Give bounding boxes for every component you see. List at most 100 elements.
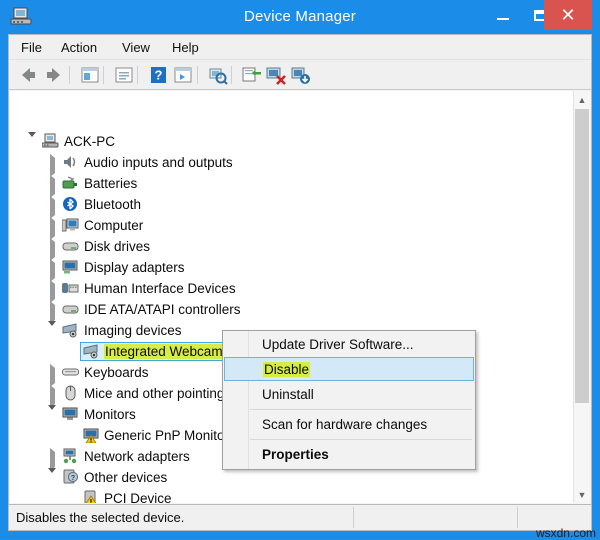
expand-twisty-open-icon[interactable]: [48, 321, 57, 341]
context-menu-item-label: Update Driver Software...: [262, 337, 414, 352]
context-menu-item-uninstall[interactable]: Uninstall: [224, 383, 474, 407]
expand-twisty-closed-icon[interactable]: [48, 154, 57, 177]
tree-item-computer[interactable]: Computer: [10, 215, 570, 240]
expand-twisty-closed-icon[interactable]: [48, 217, 57, 240]
menu-action[interactable]: Action: [54, 38, 104, 57]
context-menu-item-label-text: Disable: [263, 362, 311, 377]
toolbar-separator: [69, 66, 70, 84]
tree-item-label: Imaging devices: [84, 323, 182, 338]
tree-item-batteries[interactable]: Batteries: [10, 173, 570, 198]
chevron-up-icon[interactable]: ▲: [574, 91, 590, 108]
tree-item-label: PCI Device: [104, 491, 172, 503]
tree-item-audio-inputs-and-outputs[interactable]: Audio inputs and outputs: [10, 152, 570, 177]
show-hide-action-pane-icon[interactable]: [172, 64, 194, 86]
tree-item-label: Display adapters: [84, 260, 185, 275]
expand-twisty-closed-icon[interactable]: [48, 259, 57, 282]
network-adapter-icon: [62, 448, 79, 464]
tree-item-label: Audio inputs and outputs: [84, 155, 233, 170]
context-menu-item-label: Uninstall: [262, 387, 314, 402]
tree-item-label: Human Interface Devices: [84, 281, 236, 296]
menu-file[interactable]: File: [14, 38, 49, 57]
tree-item-pci-device[interactable]: PCI Device: [10, 488, 570, 503]
back-arrow-icon[interactable]: [17, 64, 39, 86]
help-icon[interactable]: ?: [147, 64, 169, 86]
tree-vertical-scrollbar[interactable]: ▲ ▼: [573, 91, 590, 503]
expand-twisty-closed-icon[interactable]: [48, 301, 57, 324]
context-menu-item-properties[interactable]: Properties: [224, 443, 474, 467]
expand-twisty-closed-icon[interactable]: [48, 175, 57, 198]
tree-item-disk-drives[interactable]: Disk drives: [10, 236, 570, 261]
imaging-device-icon: [62, 322, 79, 338]
tree-item-ack-pc[interactable]: ACK-PC: [10, 131, 570, 152]
unknown-device-warning-icon: [83, 490, 100, 503]
context-menu-separator: [250, 439, 472, 440]
expand-twisty-open-icon[interactable]: [28, 132, 37, 152]
properties-icon[interactable]: [113, 64, 135, 86]
tree-item-label: Network adapters: [84, 449, 190, 464]
battery-icon: [62, 175, 79, 191]
webcam-icon: [83, 343, 100, 359]
toolbar-separator: [103, 66, 104, 84]
client-area: File Action View Help ? ACK-PC Audio inp…: [8, 34, 592, 505]
keyboard-icon: [62, 364, 79, 380]
expand-twisty-closed-icon[interactable]: [48, 385, 57, 408]
tree-item-label: Disk drives: [84, 239, 151, 254]
hid-icon: [62, 280, 79, 296]
toolbar-separator: [197, 66, 198, 84]
device-manager-window: Device Manager ✕ File Action View Help ?…: [0, 0, 600, 540]
uninstall-device-icon[interactable]: [265, 64, 287, 86]
context-menu[interactable]: Update Driver Software... Disable Uninst…: [222, 330, 476, 470]
tree-item-human-interface-devices[interactable]: Human Interface Devices: [10, 278, 570, 303]
expand-twisty-closed-icon[interactable]: [48, 280, 57, 303]
tree-item-ide-ata-atapi-controllers[interactable]: IDE ATA/ATAPI controllers: [10, 299, 570, 324]
tree-item-label: ACK-PC: [64, 134, 116, 149]
unknown-device-icon: ?: [62, 469, 79, 485]
tree-item-other-devices[interactable]: ? Other devices: [10, 467, 570, 488]
tree-item-label: Monitors: [84, 407, 136, 422]
watermark: wsxdn.com: [535, 526, 596, 540]
expand-twisty-closed-icon[interactable]: [48, 196, 57, 219]
menu-help[interactable]: Help: [165, 38, 206, 57]
context-menu-item-scan-for-hardware-changes[interactable]: Scan for hardware changes: [224, 413, 474, 437]
toolbar-separator: [137, 66, 138, 84]
disable-device-icon[interactable]: [290, 64, 312, 86]
tree-item-label: Integrated Webcam: [104, 342, 224, 361]
close-button[interactable]: ✕: [544, 0, 592, 30]
scan-for-hardware-changes-icon[interactable]: [207, 64, 229, 86]
context-menu-item-update-driver-software[interactable]: Update Driver Software...: [224, 333, 474, 357]
context-menu-separator: [250, 409, 472, 410]
toolbar-separator: [231, 66, 232, 84]
expand-twisty-closed-icon[interactable]: [48, 238, 57, 261]
tree-item-label-text: Integrated Webcam: [104, 344, 224, 359]
tree-item-bluetooth[interactable]: Bluetooth: [10, 194, 570, 219]
context-menu-item-disable[interactable]: Disable: [224, 357, 474, 381]
disk-drive-icon: [62, 238, 79, 254]
minimize-button[interactable]: [484, 0, 522, 30]
minimize-icon: [497, 18, 509, 20]
toolbar: ?: [9, 60, 591, 90]
monitor-icon: [62, 406, 79, 422]
status-bar: Disables the selected device.: [8, 505, 592, 531]
forward-arrow-icon[interactable]: [43, 64, 65, 86]
ide-controller-icon: [62, 301, 79, 317]
expand-twisty-closed-icon[interactable]: [48, 448, 57, 471]
tree-item-display-adapters[interactable]: Display adapters: [10, 257, 570, 282]
chevron-down-icon[interactable]: ▼: [574, 486, 590, 503]
expand-twisty-closed-icon[interactable]: [48, 364, 57, 387]
speaker-icon: [62, 154, 79, 170]
status-bar-text: Disables the selected device.: [16, 510, 185, 525]
tree-item-label: Computer: [84, 218, 144, 233]
menu-view[interactable]: View: [115, 38, 157, 57]
status-bar-divider: [517, 507, 518, 528]
tree-item-label: Other devices: [84, 470, 168, 485]
monitor-warning-icon: [83, 427, 100, 444]
tree-item-label: Batteries: [84, 176, 138, 191]
show-hide-console-tree-icon[interactable]: [79, 64, 101, 86]
scrollbar-thumb[interactable]: [575, 109, 589, 403]
expand-twisty-open-icon[interactable]: [48, 405, 57, 425]
tree-item-label: IDE ATA/ATAPI controllers: [84, 302, 241, 317]
context-menu-item-label: Scan for hardware changes: [262, 417, 428, 432]
svg-text:?: ?: [155, 68, 163, 83]
expand-twisty-open-icon[interactable]: [48, 468, 57, 488]
update-driver-software-icon[interactable]: [241, 64, 263, 86]
